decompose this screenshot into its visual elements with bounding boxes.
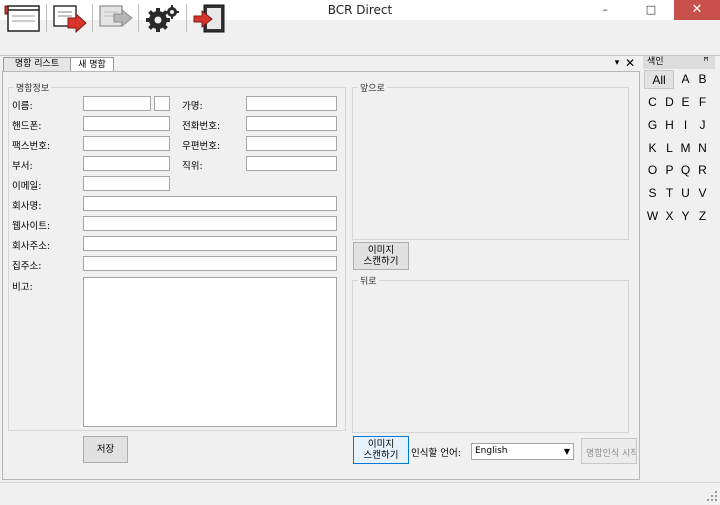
index-letter[interactable]: L: [661, 139, 678, 158]
index-letter[interactable]: I: [677, 116, 694, 135]
mobile-label: 핸드폰:: [12, 121, 42, 132]
fax-field[interactable]: [83, 136, 170, 151]
front-image-group: [352, 87, 629, 240]
fax-label: 팩스번호:: [12, 141, 51, 152]
minimize-button[interactable]: –: [582, 0, 628, 20]
back-scan-button[interactable]: 이미지 스캔하기: [353, 436, 409, 464]
company-name-label: 가명:: [182, 101, 203, 112]
index-letter[interactable]: C: [644, 93, 661, 112]
index-letter[interactable]: Q: [677, 161, 694, 180]
pin-icon[interactable]: ꟸ: [700, 56, 712, 69]
index-letter[interactable]: N: [694, 139, 711, 158]
index-letter[interactable]: W: [644, 207, 661, 226]
maximize-button[interactable]: □: [628, 0, 674, 20]
recognition-language-label: 인식할 언어:: [411, 448, 461, 459]
name-field[interactable]: [83, 96, 151, 111]
front-image-label: 앞으로: [358, 81, 387, 94]
company-address-label: 회사주소:: [12, 241, 51, 252]
notes-field[interactable]: [83, 277, 337, 427]
position-label: 직위:: [182, 161, 203, 172]
company-field[interactable]: [83, 196, 337, 211]
toolbar-separator: [46, 4, 47, 32]
phone-field[interactable]: [246, 116, 337, 131]
index-letter[interactable]: Z: [694, 207, 711, 226]
department-field[interactable]: [83, 156, 170, 171]
status-bar: [0, 482, 720, 505]
tab-new-card[interactable]: 새 명함: [70, 57, 114, 72]
email-field[interactable]: [83, 176, 170, 191]
start-recognition-button[interactable]: 명함인식 시작: [581, 438, 637, 464]
name-label: 이름:: [12, 101, 33, 112]
website-label: 웹사이트:: [12, 221, 51, 232]
index-letter[interactable]: V: [694, 184, 711, 203]
export-disabled-icon: [99, 5, 133, 28]
toolbar-separator: [138, 4, 139, 32]
index-letter[interactable]: R: [694, 161, 711, 180]
name-extra-field[interactable]: [154, 96, 170, 111]
index-letter[interactable]: P: [661, 161, 678, 180]
company-label: 회사명:: [12, 201, 42, 212]
index-letter[interactable]: E: [677, 93, 694, 112]
exit-door-icon: [193, 4, 225, 33]
zipcode-field[interactable]: [246, 136, 337, 151]
back-image-group: [352, 280, 629, 433]
save-button[interactable]: 저장: [83, 436, 128, 463]
index-letter[interactable]: S: [644, 184, 661, 203]
chevron-down-icon: ▼: [563, 447, 570, 456]
new-card-button[interactable]: [4, 2, 44, 34]
zipcode-label: 우편번호:: [182, 141, 221, 152]
index-letter[interactable]: B: [694, 70, 711, 89]
recognition-language-value: English: [475, 446, 508, 456]
index-letter[interactable]: A: [677, 70, 694, 89]
close-window-button[interactable]: ✕: [674, 0, 720, 20]
mobile-field[interactable]: [83, 116, 170, 131]
index-letter[interactable]: G: [644, 116, 661, 135]
toolbar-separator: [186, 4, 187, 32]
index-letter[interactable]: O: [644, 161, 661, 180]
website-field[interactable]: [83, 216, 337, 231]
index-letter[interactable]: T: [661, 184, 678, 203]
index-letter[interactable]: X: [661, 207, 678, 226]
company-address-field[interactable]: [83, 236, 337, 251]
pane-close-icon[interactable]: ✕: [624, 57, 636, 69]
index-letter[interactable]: J: [694, 116, 711, 135]
toolbar-separator: [92, 4, 93, 32]
home-address-label: 집주소:: [12, 261, 42, 272]
home-address-field[interactable]: [83, 256, 337, 271]
save-card-button[interactable]: [50, 2, 90, 34]
index-letter[interactable]: K: [644, 139, 661, 158]
export-card-button[interactable]: [96, 2, 136, 34]
tab-card-list[interactable]: 명함 리스트: [3, 57, 71, 71]
index-letter[interactable]: M: [677, 139, 694, 158]
pane-dropdown-icon[interactable]: ▾: [612, 58, 622, 68]
index-letter[interactable]: H: [661, 116, 678, 135]
phone-label: 전화번호:: [182, 121, 221, 132]
settings-gears-icon: [146, 5, 179, 32]
position-field[interactable]: [246, 156, 337, 171]
front-scan-button[interactable]: 이미지 스캔하기: [353, 242, 409, 270]
index-all[interactable]: All: [644, 70, 674, 89]
start-recognition-label: 명함인식 시작: [586, 449, 637, 459]
index-letter[interactable]: F: [694, 93, 711, 112]
exit-button[interactable]: [190, 2, 230, 34]
email-label: 이메일:: [12, 181, 42, 192]
notes-label: 비고:: [12, 282, 33, 293]
index-letter[interactable]: D: [661, 93, 678, 112]
resize-grip-icon[interactable]: [706, 490, 718, 502]
card-info-group-label: 명함정보: [14, 81, 52, 94]
save-to-file-icon: [53, 5, 87, 34]
back-image-label: 뒤로: [358, 274, 379, 287]
index-letter[interactable]: U: [677, 184, 694, 203]
department-label: 부서:: [12, 161, 33, 172]
recognition-language-select[interactable]: English ▼: [471, 443, 574, 460]
notepad-icon: [7, 5, 40, 32]
index-letter[interactable]: Y: [677, 207, 694, 226]
company-name-field[interactable]: [246, 96, 337, 111]
settings-button[interactable]: [142, 2, 182, 34]
